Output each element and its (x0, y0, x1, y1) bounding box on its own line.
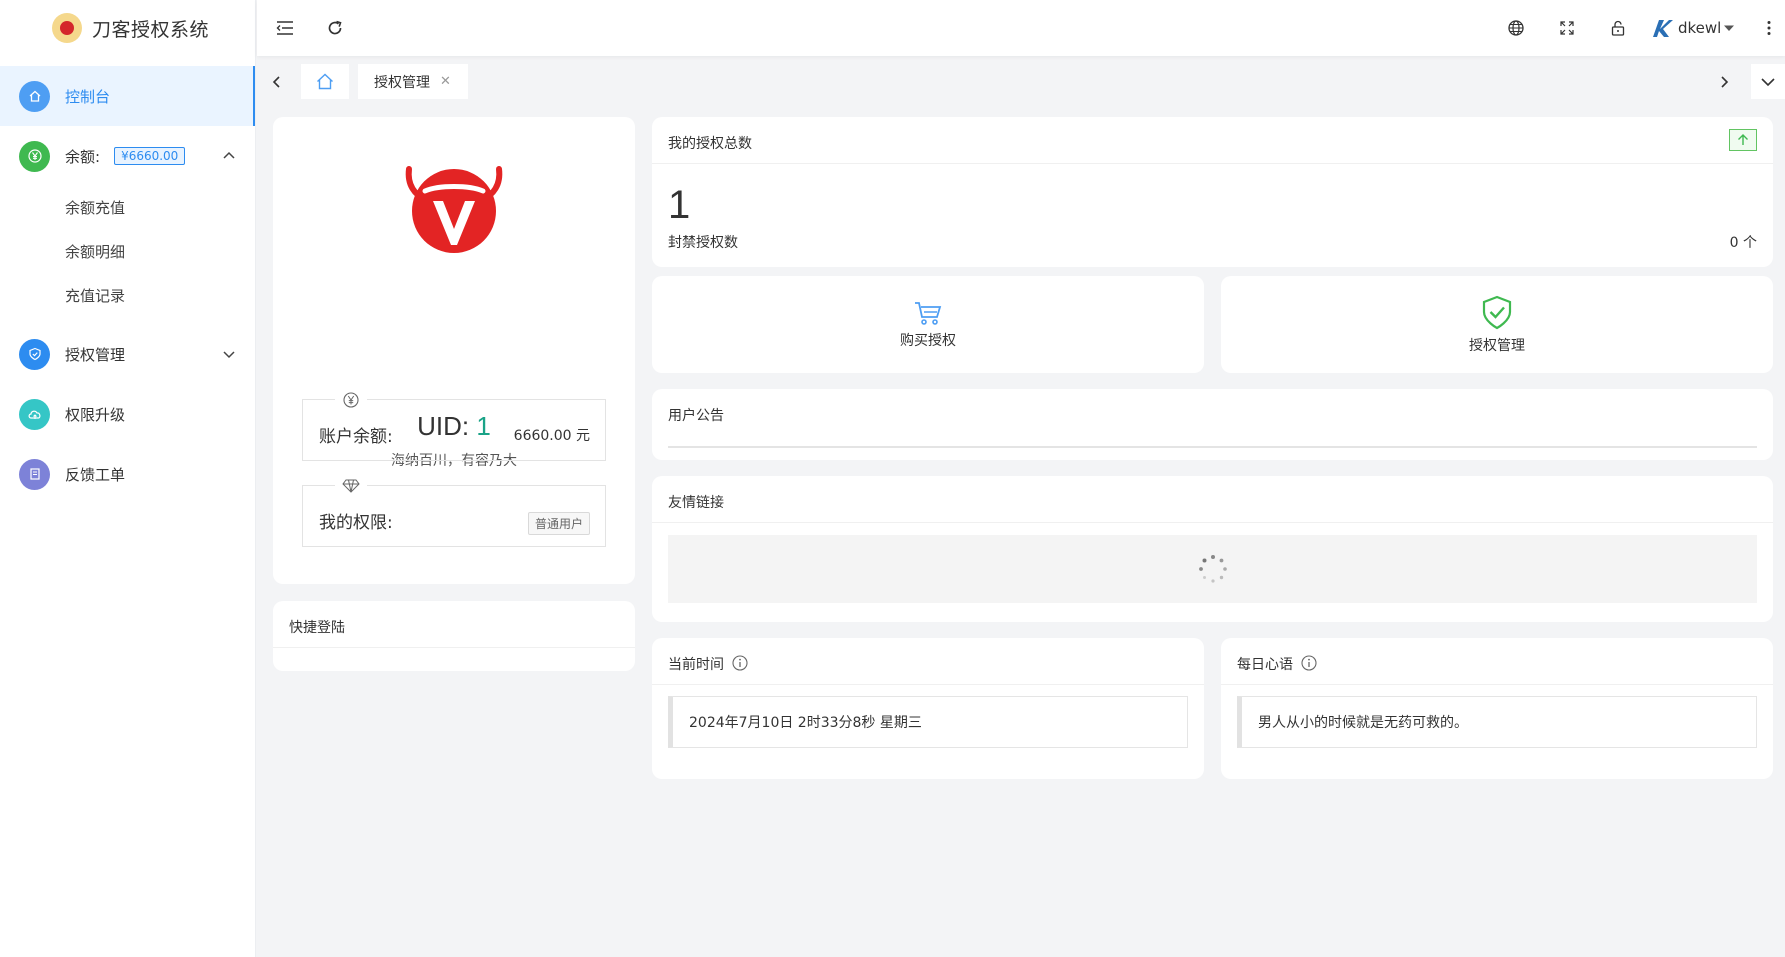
tab-dropdown[interactable] (1751, 64, 1785, 99)
brand-logo-icon (52, 13, 82, 43)
user-name: dkewl (1678, 19, 1722, 37)
links-card: 友情链接 (652, 476, 1773, 622)
sidebar-item-console[interactable]: 控制台 (0, 66, 255, 126)
auth-management-button[interactable]: 授权管理 (1221, 276, 1773, 373)
sidebar-item-label: 控制台 (65, 87, 111, 106)
permission-field: 我的权限: 普通用户 (302, 476, 606, 547)
current-time-title-text: 当前时间 (668, 657, 724, 673)
profile-card: UID: 1 海纳百川，有容乃大 账户余额: 6660.00 元 我的权限: 普… (273, 117, 635, 584)
more-icon[interactable] (1757, 16, 1781, 40)
current-time-value: 2024年7月10日 2时33分8秒 星期三 (668, 696, 1188, 748)
info-icon[interactable] (732, 655, 749, 671)
balance-value: 6660.00 元 (513, 428, 590, 444)
daily-quote-title-text: 每日心语 (1237, 657, 1293, 673)
tab-auth-management[interactable]: 授权管理 ✕ (358, 64, 468, 99)
brand[interactable]: 刀客授权系统 (0, 0, 255, 56)
tab-scroll-left-icon[interactable] (265, 70, 289, 94)
current-time-card: 当前时间 2024年7月10日 2时33分8秒 星期三 (652, 638, 1204, 779)
daily-quote-value: 男人从小的时候就是无药可救的。 (1237, 696, 1757, 748)
quick-login-card: 快捷登陆 (273, 601, 635, 671)
ticket-icon (19, 458, 50, 490)
current-time-title: 当前时间 (652, 638, 1204, 685)
top-header: dkewl (257, 0, 1785, 56)
sidebar-subitem-balance-detail[interactable]: 余额明细 (0, 230, 255, 274)
chevron-down-icon[interactable] (221, 346, 237, 362)
home-icon (317, 73, 333, 90)
cart-icon (915, 301, 942, 325)
caret-down-icon (1724, 25, 1735, 31)
sidebar-item-label: 权限升级 (65, 405, 126, 424)
daily-quote-title: 每日心语 (1221, 638, 1773, 685)
balance-field: 账户余额: 6660.00 元 (302, 390, 606, 461)
tabs-bar: 授权管理 ✕ (257, 56, 1785, 108)
sidebar-menu: 控制台 余额: ¥6660.00 余额充值 余额明细 充值记录 授权管理 权限升… (0, 66, 255, 504)
links-title: 友情链接 (652, 476, 1773, 523)
fullscreen-icon[interactable] (1555, 16, 1579, 40)
auth-total-title: 我的授权总数 (652, 117, 1773, 164)
shield-icon (19, 338, 50, 370)
sidebar-item-balance[interactable]: 余额: ¥6660.00 (0, 126, 255, 186)
sidebar-item-feedback[interactable]: 反馈工单 (0, 444, 255, 504)
avatar (1653, 20, 1673, 37)
loading-spinner-icon (1198, 555, 1227, 583)
tab-label: 授权管理 (374, 74, 430, 91)
arrow-up-icon (1729, 129, 1757, 151)
sidebar: 刀客授权系统 控制台 余额: ¥6660.00 余额充值 余额明细 充值记录 授… (0, 0, 256, 957)
user-menu[interactable]: dkewl (1650, 16, 1735, 40)
auth-management-label: 授权管理 (1469, 337, 1525, 354)
menu-fold-icon[interactable] (273, 16, 297, 40)
close-icon[interactable]: ✕ (440, 74, 451, 89)
banned-label: 封禁授权数 (668, 235, 738, 251)
app-title: 刀客授权系统 (92, 18, 210, 41)
buy-auth-label: 购买授权 (900, 332, 956, 349)
cloud-upload-icon (19, 398, 50, 430)
auth-total-card: 我的授权总数 1 封禁授权数 0 个 (652, 117, 1773, 267)
balance-badge: ¥6660.00 (114, 147, 186, 165)
sidebar-subitem-recharge[interactable]: 余额充值 (0, 186, 255, 230)
permission-label: 我的权限: (319, 513, 393, 533)
yen-icon (335, 390, 367, 410)
sidebar-subitem-recharge-log[interactable]: 充值记录 (0, 274, 255, 318)
sidebar-item-label: 授权管理 (65, 345, 126, 364)
links-loading-area (668, 535, 1757, 603)
home-icon (19, 80, 50, 112)
buy-auth-button[interactable]: 购买授权 (652, 276, 1204, 373)
tab-home[interactable] (301, 64, 349, 99)
notice-title: 用户公告 (668, 408, 724, 424)
permission-tag: 普通用户 (527, 512, 590, 535)
daily-quote-card: 每日心语 男人从小的时候就是无药可救的。 (1221, 638, 1773, 779)
brand-bull-logo (405, 166, 503, 253)
info-icon[interactable] (1301, 655, 1318, 671)
sidebar-item-auth-management[interactable]: 授权管理 (0, 324, 255, 384)
language-icon[interactable] (1504, 16, 1528, 40)
refresh-icon[interactable] (323, 16, 347, 40)
tab-scroll-right-icon[interactable] (1712, 70, 1736, 94)
notice-card: 用户公告 (652, 389, 1773, 460)
chevron-up-icon[interactable] (221, 148, 237, 164)
sidebar-item-label: 反馈工单 (65, 465, 126, 484)
auth-total-count: 1 (668, 183, 691, 227)
quick-login-title: 快捷登陆 (273, 601, 635, 648)
diamond-icon (335, 476, 367, 496)
balance-label: 账户余额: (319, 427, 393, 447)
yen-icon (19, 140, 50, 172)
shield-check-icon (1482, 295, 1512, 329)
sidebar-item-label: 余额: (65, 147, 101, 166)
banned-value: 0 个 (1729, 235, 1757, 251)
sidebar-item-upgrade[interactable]: 权限升级 (0, 384, 255, 444)
lock-icon[interactable] (1606, 16, 1630, 40)
notice-divider (668, 446, 1757, 448)
chevron-down-icon (1761, 77, 1775, 86)
